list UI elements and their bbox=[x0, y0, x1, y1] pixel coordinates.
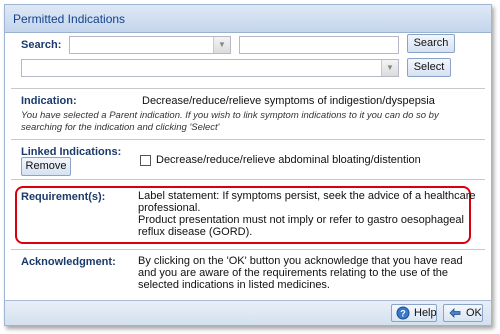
help-button[interactable]: ? Help bbox=[391, 304, 437, 322]
select-button[interactable]: Select bbox=[407, 58, 451, 77]
chevron-down-icon[interactable]: ▼ bbox=[213, 37, 230, 53]
search-input[interactable] bbox=[239, 36, 399, 54]
permitted-indications-dialog: Permitted Indications Search: ▼ Search ▼… bbox=[4, 4, 492, 326]
requirements-text: Label statement: If symptoms persist, se… bbox=[138, 190, 478, 238]
parent-combo[interactable]: ▼ bbox=[69, 36, 231, 54]
remove-button[interactable]: Remove bbox=[21, 157, 71, 176]
acknowledgment-label: Acknowledgment: bbox=[21, 256, 116, 268]
ok-icon bbox=[449, 308, 461, 318]
acknowledgment-line: By clicking on the 'OK' button you ackno… bbox=[138, 255, 463, 267]
indication-value: Decrease/reduce/relieve symptoms of indi… bbox=[142, 95, 435, 107]
linked-indication-item: Decrease/reduce/relieve abdominal bloati… bbox=[156, 154, 421, 166]
requirements-line: professional. bbox=[138, 202, 201, 214]
indication-select-combo[interactable]: ▼ bbox=[21, 59, 399, 77]
requirements-label: Requirement(s): bbox=[21, 191, 106, 203]
indication-label: Indication: bbox=[21, 95, 77, 107]
linked-indication-checkbox[interactable] bbox=[140, 155, 151, 166]
requirements-line: Label statement: If symptoms persist, se… bbox=[138, 190, 476, 202]
acknowledgment-line: selected indications in listed medicines… bbox=[138, 279, 330, 291]
svg-text:?: ? bbox=[400, 309, 406, 319]
acknowledgment-text: By clicking on the 'OK' button you ackno… bbox=[138, 255, 478, 291]
divider bbox=[11, 179, 485, 180]
divider bbox=[11, 249, 485, 250]
dialog-footer: ? Help OK bbox=[5, 300, 491, 325]
requirements-line: reflux disease (GORD). bbox=[138, 226, 253, 238]
divider bbox=[11, 139, 485, 140]
help-icon: ? bbox=[396, 306, 410, 320]
search-label: Search: bbox=[21, 39, 62, 51]
acknowledgment-line: and you are aware of the requirements re… bbox=[138, 267, 449, 279]
ok-button[interactable]: OK bbox=[443, 304, 483, 322]
requirements-line: Product presentation must not imply or r… bbox=[138, 214, 464, 226]
divider bbox=[11, 88, 485, 89]
indication-hint: You have selected a Parent indication. I… bbox=[21, 110, 439, 133]
ok-button-label: OK bbox=[466, 307, 482, 319]
dialog-titlebar[interactable]: Permitted Indications bbox=[5, 5, 491, 33]
help-button-label: Help bbox=[414, 307, 437, 319]
chevron-down-icon[interactable]: ▼ bbox=[381, 60, 398, 76]
search-button[interactable]: Search bbox=[407, 34, 455, 53]
dialog-title: Permitted Indications bbox=[13, 12, 126, 26]
